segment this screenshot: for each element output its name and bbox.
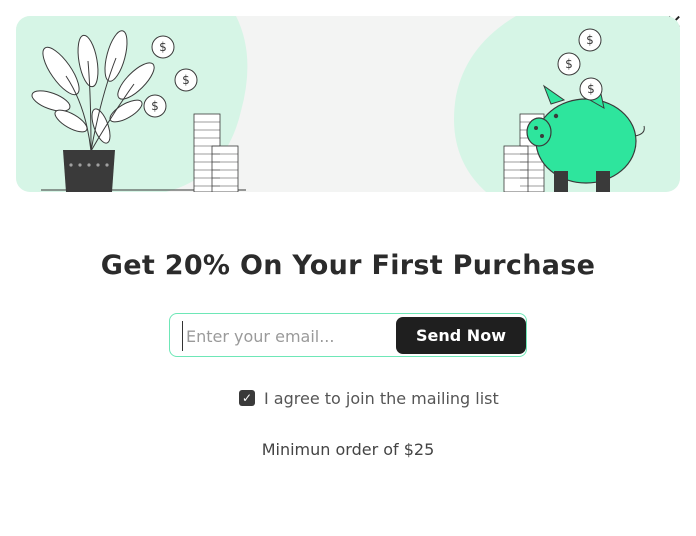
email-signup-form: Send Now	[169, 313, 527, 357]
agree-row: ✓ I agree to join the mailing list	[239, 388, 499, 408]
min-order-text: Minimun order of $25	[261, 440, 435, 459]
hero-illustration: $ $ $ $ $ $	[16, 16, 680, 192]
email-input[interactable]	[182, 321, 393, 351]
popup-title: Get 20% On Your First Purchase	[100, 250, 596, 281]
svg-text:$: $	[159, 40, 167, 54]
svg-text:$: $	[182, 73, 190, 87]
agree-label: I agree to join the mailing list	[264, 388, 499, 408]
newsletter-popup: ✕	[0, 0, 696, 536]
svg-text:$: $	[586, 33, 594, 47]
svg-text:$: $	[587, 82, 595, 96]
send-now-button[interactable]: Send Now	[396, 317, 526, 354]
agree-checkbox[interactable]: ✓	[239, 390, 255, 406]
svg-text:$: $	[151, 99, 159, 113]
savings-illustration-svg: $ $ $ $ $ $	[16, 16, 680, 192]
svg-text:$: $	[565, 57, 573, 71]
